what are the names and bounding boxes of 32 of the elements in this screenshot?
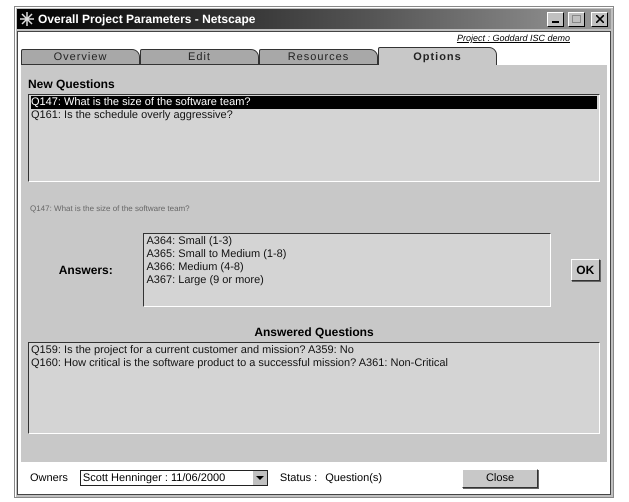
- maximize-button[interactable]: [568, 12, 585, 26]
- window-title: Overall Project Parameters - Netscape: [38, 12, 256, 26]
- maximize-icon: [572, 15, 581, 23]
- tab[interactable]: Overview: [21, 49, 140, 65]
- status-value: Question(s): [325, 472, 382, 484]
- tab[interactable]: Options: [378, 47, 497, 65]
- current-question: Q147: What is the size of the software team?: [30, 204, 191, 213]
- ok-button[interactable]: OK: [570, 259, 600, 281]
- owners-label: Owners: [30, 472, 68, 484]
- tab[interactable]: Edit: [140, 49, 259, 65]
- answer-item[interactable]: A367: Large (9 or more): [146, 274, 548, 287]
- question-item[interactable]: Q161: Is the schedule overly aggressive?: [31, 109, 597, 122]
- section-heading: Answered Questions: [253, 325, 375, 339]
- tab[interactable]: Resources: [259, 49, 378, 65]
- answer-item[interactable]: A364: Small (1-3): [146, 235, 548, 248]
- close-button[interactable]: [591, 12, 608, 26]
- section-heading: New Questions: [28, 77, 116, 91]
- project-link[interactable]: Project : Goddard ISC demo: [456, 33, 570, 47]
- new-questions-list[interactable]: Q147: What is the size of the software team? Q161: Is the schedule overly aggressive?: [28, 94, 600, 182]
- answers-label: Answers:: [58, 263, 114, 277]
- answer-item[interactable]: A366: Medium (4-8): [146, 261, 548, 274]
- question-item[interactable]: Q147: What is the size of the software team?: [31, 96, 597, 109]
- answered-item: Q160: How critical is the software product to a successful mission? A361: Non-Critical: [31, 357, 449, 370]
- minimize-button[interactable]: [547, 12, 564, 26]
- answer-item[interactable]: A365: Small to Medium (1-8): [146, 248, 548, 261]
- close-icon: [596, 15, 604, 23]
- answers-list[interactable]: A364: Small (1-3) A365: Small to Medium (1-8) A366: Medium (4-8) A367: Large (9 or more): [143, 233, 551, 307]
- status-label: Status :: [280, 472, 318, 484]
- answered-item: Q159: Is the project for a current customer and mission? A359: No: [31, 344, 355, 357]
- close-dialog-button[interactable]: Close: [462, 468, 538, 488]
- owner-dropdown[interactable]: Scott Henninger : 11/06/2000: [80, 470, 268, 486]
- app-logo-icon: [20, 12, 34, 26]
